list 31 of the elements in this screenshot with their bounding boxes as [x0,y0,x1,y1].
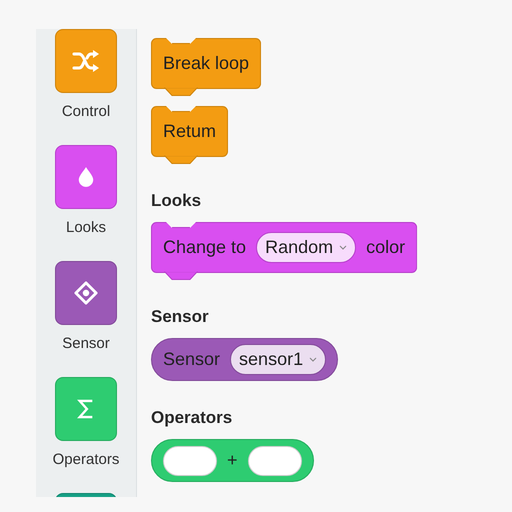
input-slot[interactable] [163,446,217,476]
sigma-icon [76,398,95,420]
reporter-block[interactable]: + [151,439,314,482]
block-dropdown[interactable]: sensor1 [230,344,326,375]
section-heading: Operators [151,408,232,428]
diamond-icon [74,281,98,305]
category-label: Looks [66,219,106,237]
shuffle-icon [72,49,100,73]
block-label: Retum [163,121,216,142]
block-label: Change to [163,237,246,258]
block-label: + [227,450,238,471]
reporter-block[interactable]: Sensor sensor1 [151,338,338,381]
stack-block[interactable] [151,106,228,164]
category-label: Operators [52,451,120,469]
input-slot[interactable] [248,446,302,476]
block-label: Break loop [163,53,250,74]
section-heading: Looks [151,191,202,211]
block-label: Sensor [163,349,220,370]
block-label: color [366,237,406,258]
category-label: Sensor [62,335,110,353]
block-dropdown[interactable]: Random [256,232,356,263]
caret-icon [339,245,348,250]
caret-icon [309,357,318,362]
category-label: Control [62,103,110,121]
category-button[interactable] [55,145,117,209]
category-button[interactable] [54,377,117,441]
drop-icon [77,166,95,188]
stack-block[interactable] [151,38,262,96]
category-button[interactable] [55,29,117,93]
section-heading: Sensor [151,307,209,327]
category-button[interactable] [55,261,117,325]
